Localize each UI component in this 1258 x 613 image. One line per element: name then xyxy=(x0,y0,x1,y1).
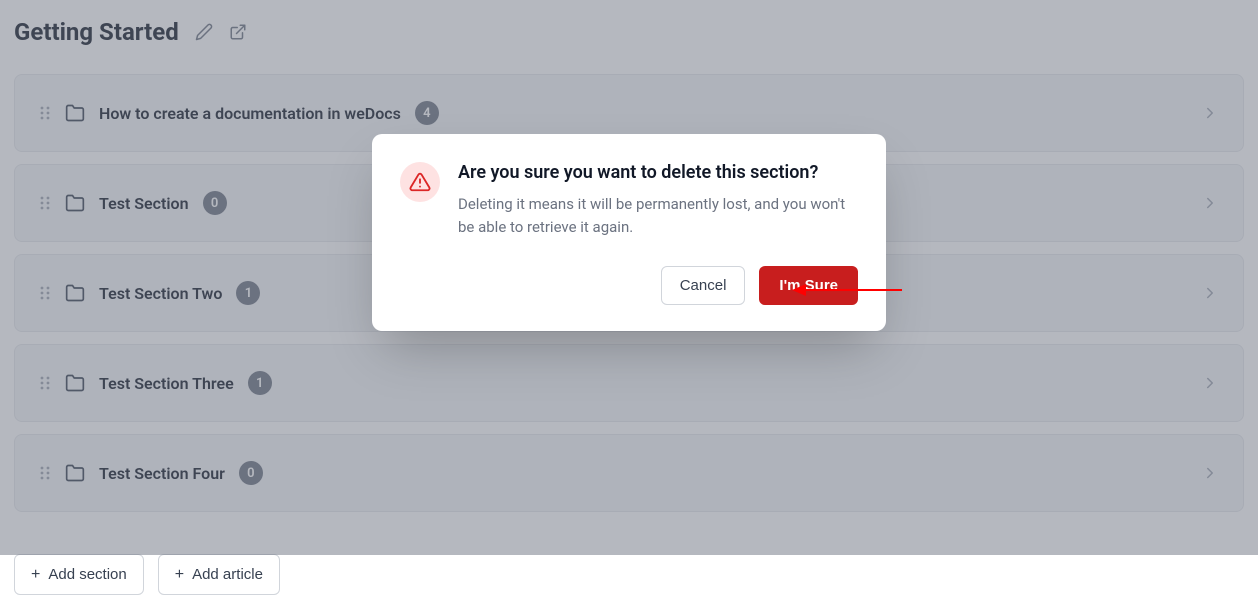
add-section-button[interactable]: + Add section xyxy=(14,554,144,595)
add-article-label: Add article xyxy=(192,566,263,583)
confirm-delete-modal: Are you sure you want to delete this sec… xyxy=(372,134,886,331)
action-row: + Add section + Add article xyxy=(14,554,1244,595)
add-article-button[interactable]: + Add article xyxy=(158,554,280,595)
confirm-button[interactable]: I'm Sure xyxy=(759,266,858,305)
modal-overlay[interactable]: Are you sure you want to delete this sec… xyxy=(0,0,1258,555)
alert-icon xyxy=(400,162,440,202)
cancel-button[interactable]: Cancel xyxy=(661,266,746,305)
add-section-label: Add section xyxy=(48,566,126,583)
modal-title: Are you sure you want to delete this sec… xyxy=(458,162,858,183)
plus-icon: + xyxy=(175,567,184,583)
modal-description: Deleting it means it will be permanently… xyxy=(458,193,858,240)
plus-icon: + xyxy=(31,567,40,583)
modal-actions: Cancel I'm Sure xyxy=(458,266,858,305)
